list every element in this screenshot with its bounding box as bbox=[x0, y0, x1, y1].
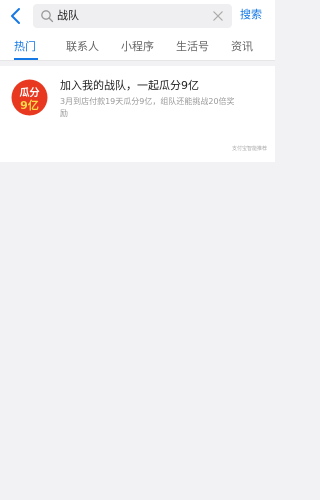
tab-hot[interactable]: 热门 bbox=[14, 40, 36, 54]
result-title: 加入我的战队，一起瓜分9亿 bbox=[60, 79, 199, 92]
result-card[interactable]: 瓜分 9亿 加入我的战队，一起瓜分9亿 3月到店付款19天瓜分9亿，组队还能挑战… bbox=[0, 66, 275, 162]
search-icon bbox=[41, 10, 54, 23]
result-tabs: 热门 联系人 小程序 生活号 资讯 bbox=[0, 34, 275, 61]
search-input[interactable]: 战队 bbox=[33, 4, 232, 28]
back-button[interactable] bbox=[6, 4, 28, 28]
search-header: 战队 搜索 bbox=[0, 0, 275, 34]
search-button[interactable]: 搜索 bbox=[240, 8, 262, 22]
logo-text-bottom: 9亿 bbox=[20, 98, 39, 112]
clear-icon[interactable] bbox=[212, 10, 224, 22]
tab-life-accounts[interactable]: 生活号 bbox=[176, 40, 209, 54]
tab-contacts[interactable]: 联系人 bbox=[66, 40, 99, 54]
active-tab-indicator bbox=[14, 58, 38, 60]
search-query-text: 战队 bbox=[57, 9, 79, 22]
search-results-screen: 战队 搜索 热门 联系人 小程序 生活号 资讯 瓜分 9亿 加入我的战队，一起瓜… bbox=[0, 0, 275, 500]
result-source-label: 支付宝智能推荐 bbox=[231, 146, 267, 152]
logo-text-top: 瓜分 bbox=[20, 86, 40, 99]
tab-mini-programs[interactable]: 小程序 bbox=[121, 40, 154, 54]
campaign-logo: 瓜分 9亿 bbox=[11, 79, 48, 116]
tab-news[interactable]: 资讯 bbox=[231, 40, 253, 54]
back-arrow-icon bbox=[11, 8, 20, 24]
result-description: 3月到店付款19天瓜分9亿，组队还能挑战20倍奖励 bbox=[60, 97, 235, 118]
